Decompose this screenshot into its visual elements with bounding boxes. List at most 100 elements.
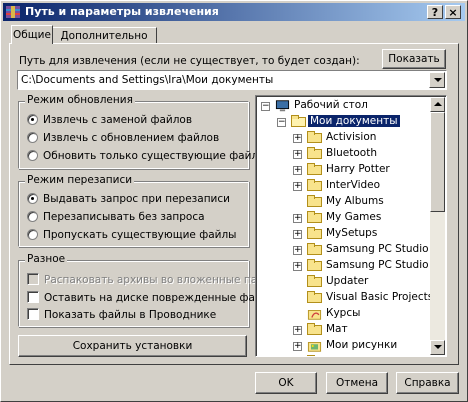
tree-item-label: Harry Potter — [326, 163, 390, 175]
overwrite-mode-title: Режим перезаписи — [25, 174, 135, 186]
extract-path-value: C:\Documents and Settings\Ira\Мои докуме… — [21, 74, 274, 86]
expand-icon[interactable]: + — [293, 230, 302, 239]
folder-icon — [307, 323, 322, 335]
tree-item-label: Мои рисунки — [326, 339, 398, 351]
tree-item[interactable]: + Harry Potter — [293, 162, 431, 178]
radio-update-existing[interactable]: Обновить только существующие файлы — [27, 150, 266, 162]
radio-overwrite-without-prompt-label: Перезаписывать без запроса — [43, 211, 205, 223]
misc-group: Разное Распаковать архивы во вложенные п… — [18, 253, 277, 327]
tree-item-label: Рабочий стол — [294, 99, 368, 111]
scroll-up-arrow-icon[interactable] — [430, 97, 445, 112]
pictures-folder-icon — [307, 342, 322, 352]
folder-icon — [307, 243, 322, 255]
radio-button-icon — [27, 114, 38, 125]
checkbox-keep-broken-files-label: Оставить на диске поврежденные файлы — [44, 292, 277, 304]
tree-item-label: Activision — [326, 131, 377, 143]
window-title: Путь и параметры извлечения — [25, 5, 219, 18]
expand-icon[interactable]: + — [293, 342, 302, 351]
folder-icon — [307, 227, 322, 239]
tree-item[interactable]: + Activision — [293, 130, 431, 146]
expand-icon[interactable]: + — [293, 166, 302, 175]
tree-vertical-scrollbar[interactable] — [430, 97, 445, 355]
tree-item-label: My Games — [326, 211, 382, 223]
tree-item[interactable]: + Мат — [293, 322, 431, 338]
radio-extract-replace[interactable]: Извлечь с заменой файлов — [27, 114, 192, 126]
tree-item[interactable]: + My Games — [293, 210, 431, 226]
ok-button[interactable]: OK — [255, 372, 317, 394]
checkbox-icon — [27, 308, 39, 320]
folder-icon — [307, 291, 322, 303]
tree-item[interactable]: + Samsung PC Studio 3 — [293, 258, 439, 274]
tree-item-label: Мат — [326, 323, 348, 335]
expand-icon[interactable]: + — [293, 182, 302, 191]
close-title-button[interactable]: × — [445, 5, 461, 19]
tree-item-label: Курсы — [326, 307, 361, 319]
extract-path-label: Путь для извлечения (если не существует,… — [19, 55, 360, 67]
folder-icon — [307, 275, 322, 287]
folder-icon — [307, 179, 322, 191]
checkbox-unpack-nested-label: Распаковать архивы во вложенные папки — [44, 274, 278, 286]
cancel-button[interactable]: Отмена — [326, 372, 388, 394]
tree-item-label: Мои документы — [308, 115, 400, 127]
tab-advanced-label: Дополнительно — [60, 30, 148, 42]
tree-item[interactable]: + MySetups — [293, 226, 431, 242]
help-button[interactable]: Справка — [396, 372, 459, 394]
help-title-button[interactable]: ? — [427, 5, 443, 19]
tree-item-label: Samsung PC Studio — [326, 243, 429, 255]
tree-item-label: Updater — [326, 275, 369, 287]
tree-item[interactable]: + Bluetooth — [293, 146, 431, 162]
tree-item[interactable]: + InterVideo — [293, 178, 431, 194]
checkbox-show-in-explorer[interactable]: Показать файлы в Проводнике — [27, 308, 216, 321]
tree-item[interactable]: Сольфеджио — [306, 354, 431, 356]
tree-item-label: Visual Basic Projects — [326, 291, 434, 303]
expand-icon[interactable]: + — [293, 262, 302, 271]
expand-icon[interactable]: + — [293, 326, 302, 335]
tree-item-label: Samsung PC Studio 3 — [326, 259, 439, 271]
desktop-icon — [275, 100, 290, 112]
scroll-thumb[interactable] — [430, 112, 445, 212]
overwrite-mode-group: Режим перезаписи Выдавать запрос при пер… — [18, 174, 249, 247]
radio-extract-update[interactable]: Извлечь с обновлением файлов — [27, 132, 219, 144]
tree-item[interactable]: Visual Basic Projects — [306, 290, 433, 306]
tree-item[interactable]: − Мои документы — [277, 114, 431, 130]
folder-icon — [307, 211, 322, 223]
expand-icon[interactable]: + — [293, 150, 302, 159]
tree-item[interactable]: My Albums — [306, 194, 431, 210]
title-bar[interactable]: Путь и параметры извлечения ? × — [3, 3, 465, 21]
radio-button-icon — [27, 229, 38, 240]
tree-item-label: InterVideo — [326, 179, 381, 191]
extract-path-combobox[interactable]: C:\Documents and Settings\Ira\Мои докуме… — [17, 70, 447, 90]
radio-button-icon — [27, 150, 38, 161]
folder-tree[interactable]: − Рабочий стол − Мои документы + Activision + B… — [255, 95, 447, 357]
expand-icon[interactable]: + — [293, 134, 302, 143]
checkbox-keep-broken-files[interactable]: Оставить на диске поврежденные файлы — [27, 291, 277, 304]
radio-overwrite-without-prompt[interactable]: Перезаписывать без запроса — [27, 211, 205, 223]
scroll-down-arrow-icon[interactable] — [430, 340, 445, 355]
radio-skip-existing[interactable]: Пропускать существующие файлы — [27, 229, 236, 241]
folder-icon — [307, 147, 322, 159]
checkbox-icon — [27, 273, 39, 285]
save-settings-button[interactable]: Сохранить установки — [18, 335, 247, 357]
expand-icon[interactable]: + — [293, 246, 302, 255]
tab-advanced[interactable]: Дополнительно — [51, 27, 157, 44]
tree-item[interactable]: + Мои рисунки — [293, 338, 431, 354]
tree-item[interactable]: − Рабочий стол — [261, 98, 431, 114]
collapse-icon[interactable]: − — [261, 102, 270, 111]
expand-icon[interactable]: + — [293, 214, 302, 223]
radio-button-icon — [27, 193, 38, 204]
combobox-dropdown-arrow-icon[interactable] — [429, 72, 445, 88]
checkbox-show-in-explorer-label: Показать файлы в Проводнике — [44, 309, 217, 321]
radio-skip-existing-label: Пропускать существующие файлы — [43, 229, 237, 241]
radio-ask-before-overwrite[interactable]: Выдавать запрос при перезаписи — [27, 193, 230, 205]
collapse-icon[interactable]: − — [277, 118, 286, 127]
tab-general[interactable]: Общие — [11, 25, 53, 44]
tree-item[interactable]: Курсы — [306, 306, 431, 322]
folder-icon — [307, 163, 322, 175]
folder-icon — [307, 195, 322, 207]
show-button[interactable]: Показать — [382, 49, 446, 69]
tree-item-label: Сольфеджио — [324, 355, 400, 356]
tree-item[interactable]: Updater — [306, 274, 431, 290]
tree-item[interactable]: + Samsung PC Studio — [293, 242, 431, 258]
radio-extract-update-label: Извлечь с обновлением файлов — [43, 132, 220, 144]
misc-title: Разное — [25, 253, 68, 265]
